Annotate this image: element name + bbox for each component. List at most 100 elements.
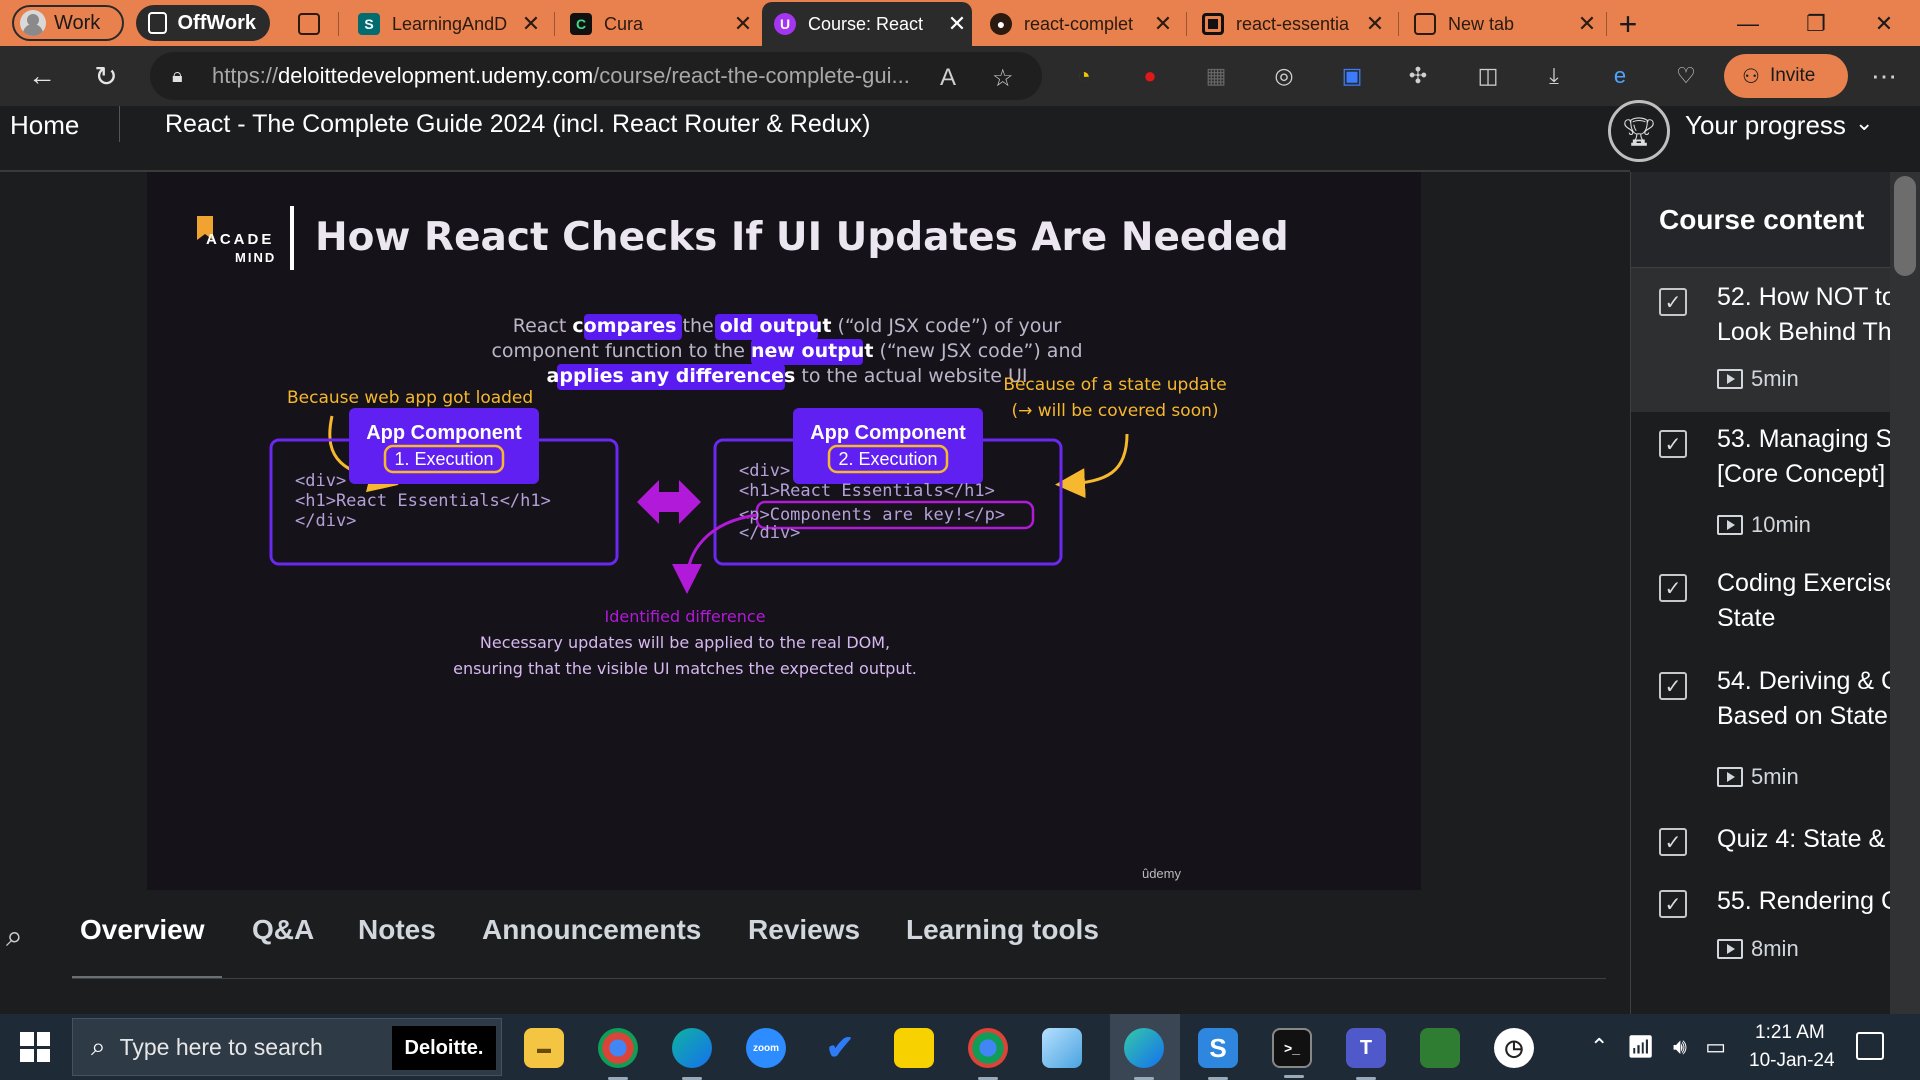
chevron-down-icon[interactable]: ⌄ [1855,110,1873,136]
browser-essentials-icon[interactable]: ♡ [1672,62,1700,90]
tab-overview[interactable]: Overview [80,914,205,946]
extensions-puzzle-icon[interactable]: ✣ [1404,62,1432,90]
read-aloud-icon[interactable]: A [940,64,956,92]
tab-actions-button[interactable] [286,4,326,44]
extension-sync-icon[interactable]: ◔ [1070,62,1098,90]
tab-separator [338,12,339,36]
lecture-item[interactable]: ✓ 54. Deriving & C Based on State 5min [1631,654,1920,810]
work-profile-button[interactable]: Work [12,5,124,41]
people-icon: ⚇ [1742,65,1760,88]
tab-cura[interactable]: C Cura ✕ [558,4,758,44]
trophy-icon[interactable]: 🏆︎ [1608,100,1670,162]
right-code-line: </div> [739,523,800,543]
ie-mode-icon[interactable]: e [1606,62,1634,90]
close-window-button[interactable]: ✕ [1854,4,1914,44]
close-icon[interactable]: ✕ [942,11,972,37]
snagit-icon[interactable]: S [1198,1028,1238,1080]
deloitte-badge[interactable]: Deloitte. [392,1026,496,1070]
video-icon [1717,369,1743,389]
tab-learningandd[interactable]: S LearningAndD ✕ [346,4,546,44]
address-bar-row: ← ↻ 🔒︎ https://deloittedevelopment.udemy… [0,46,1920,106]
tab-announcements[interactable]: Announcements [482,914,701,946]
checkbox-checked-icon[interactable]: ✓ [1659,672,1687,700]
tab-course-react[interactable]: U Course: React ✕ [762,2,972,46]
extension-glasses-icon[interactable]: ◎ [1270,62,1298,90]
close-icon[interactable]: ✕ [728,11,758,37]
lecture-item[interactable]: ✓ 52. How NOT to Look Behind Th 5min [1631,268,1920,412]
chrome-icon[interactable] [598,1028,638,1080]
refresh-button[interactable]: ↻ [86,56,126,96]
file-explorer-icon[interactable]: ▬ [524,1028,564,1068]
teams-icon[interactable]: T [1346,1028,1386,1080]
tab-react-complete[interactable]: ● react-complet ✕ [978,4,1178,44]
notepad-icon[interactable] [1042,1028,1082,1068]
intro-line-3: applies any differences to the actual we… [547,365,1028,387]
tab-qa[interactable]: Q&A [252,914,314,946]
codesandbox-icon [1202,13,1224,35]
sidebar-scrollbar[interactable] [1890,172,1920,1014]
sticky-notes-icon[interactable] [894,1028,934,1068]
close-icon[interactable]: ✕ [1148,11,1178,37]
todo-check-icon[interactable]: ✔ [820,1028,860,1068]
url-text: https://deloittedevelopment.udemy.com/co… [212,63,910,88]
lecture-duration: 10min [1717,512,1811,538]
checkbox-checked-icon[interactable]: ✓ [1659,890,1687,918]
tab-notes[interactable]: Notes [358,914,436,946]
notification-icon[interactable] [1856,1032,1884,1060]
minimize-button[interactable]: — [1718,4,1778,44]
address-input[interactable]: 🔒︎ https://deloittedevelopment.udemy.com… [150,52,1042,100]
more-options-icon[interactable]: ⋯ [1870,61,1898,91]
split-screen-icon[interactable]: ◫ [1474,62,1502,90]
taskbar-search-placeholder: Type here to search [119,1033,323,1060]
lecture-item[interactable]: ✓ 55. Rendering C 8min [1631,872,1920,1014]
extension-stop-icon[interactable]: ● [1136,62,1164,90]
left-annotation: Because web app got loaded [287,388,533,408]
right-annotation-1: Because of a state update [1003,375,1226,395]
sidebar-scroll-thumb[interactable] [1894,176,1916,276]
tab-reviews[interactable]: Reviews [748,914,860,946]
extension-shield-icon[interactable]: ▣ [1338,62,1366,90]
tab-actions-icon [298,13,320,35]
tab-new-tab[interactable]: New tab ✕ [1402,4,1602,44]
lecture-item[interactable]: ✓ 53. Managing S [Core Concept] 10min [1631,412,1920,556]
logo-text-bottom: MIND [235,250,276,265]
home-link[interactable]: Home [10,110,79,141]
checkbox-checked-icon[interactable]: ✓ [1659,828,1687,856]
lecture-item[interactable]: ✓ Coding Exercise State [1631,556,1920,654]
checkbox-checked-icon[interactable]: ✓ [1659,430,1687,458]
tab-title: New tab [1448,13,1515,34]
your-progress-button[interactable]: Your progress [1685,110,1846,141]
tab-title: react-complet [1024,13,1134,34]
offwork-profile-button[interactable]: OffWork [136,5,270,41]
checkbox-checked-icon[interactable]: ✓ [1659,288,1687,316]
windows-taskbar: ⌕ Type here to search Deloitte. ▬ zoom ✔… [0,1014,1920,1080]
excel-chart-icon[interactable] [1420,1028,1460,1068]
terminal-icon[interactable]: >_ [1272,1028,1312,1078]
lecture-item[interactable]: ✓ Quiz 4: State & ( [1631,810,1920,872]
close-icon[interactable]: ✕ [516,11,546,37]
clock-app-icon[interactable]: ◷ [1494,1028,1534,1068]
edge-icon[interactable] [672,1028,712,1080]
tab-learning-tools[interactable]: Learning tools [906,914,1099,946]
system-tray-icons[interactable]: ⌃ 📶︎ 🔊︎ ▭ [1590,1034,1726,1060]
right-code-line: <div> [739,461,790,481]
search-icon[interactable]: ⌕ [6,920,23,954]
clock-time[interactable]: 1:21 AM [1755,1022,1825,1044]
new-tab-button[interactable]: + [1598,4,1658,44]
video-player[interactable]: ACADE MIND How React Checks If UI Update… [6,172,1630,890]
restore-button[interactable]: ❐ [1786,4,1846,44]
windows-start-icon[interactable] [20,1032,50,1062]
invite-button[interactable]: ⚇ Invite [1724,54,1848,98]
zoom-icon[interactable]: zoom [746,1028,786,1068]
sharepoint-icon: S [358,13,380,35]
back-button[interactable]: ← [22,56,62,96]
download-icon[interactable]: ⤓ [1540,62,1568,90]
tab-react-essentials[interactable]: react-essentia ✕ [1190,4,1390,44]
checkbox-checked-icon[interactable]: ✓ [1659,574,1687,602]
edge-active-icon[interactable] [1124,1028,1164,1080]
clock-date[interactable]: 10-Jan-24 [1749,1050,1835,1072]
close-icon[interactable]: ✕ [1360,11,1390,37]
favorite-star-icon[interactable]: ☆ [992,64,1014,93]
extension-grey-icon[interactable]: ▦ [1202,62,1230,90]
chrome-profile-icon[interactable] [968,1028,1008,1080]
